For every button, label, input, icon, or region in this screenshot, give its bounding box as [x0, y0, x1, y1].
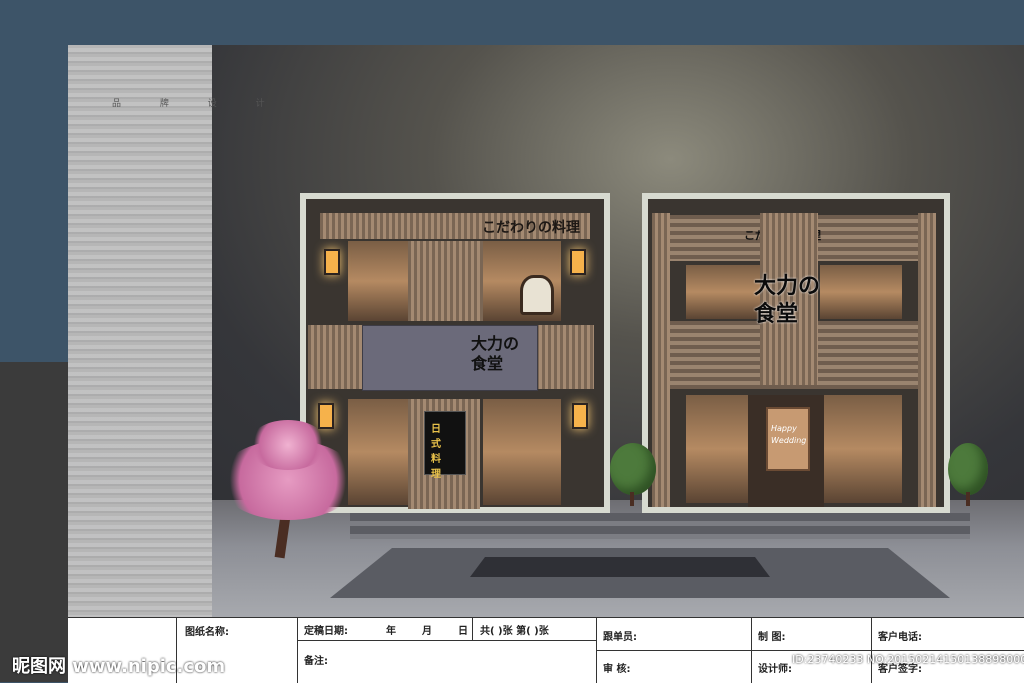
left-lower-dining-right — [483, 399, 561, 505]
watermark-site: 昵图网 www.nipic.com — [12, 656, 226, 677]
right-lower-dining-left — [686, 395, 748, 503]
month-label: 月 — [422, 626, 432, 637]
tb-divider — [597, 650, 752, 651]
lantern-icon — [572, 403, 588, 429]
pool-center — [470, 557, 770, 577]
shrub — [610, 443, 656, 495]
tb-cell-date: 定稿日期: 年 月 日 共( )张 第( )张 备注: — [298, 618, 597, 683]
brand-design-label: 品 牌 设 计 — [112, 99, 283, 109]
review-label: 审 核: — [603, 664, 631, 675]
date-label: 定稿日期: — [304, 626, 348, 637]
tb-divider — [872, 650, 1024, 651]
left-poster: 日式料理 — [424, 411, 466, 480]
left-banner-board: こだわりの料理 — [320, 213, 590, 239]
phone-label: 客户电话: — [878, 632, 922, 643]
left-main-sign-panel: 大力の食堂 — [362, 325, 538, 391]
lantern-icon — [570, 249, 586, 275]
lantern-icon — [324, 249, 340, 275]
left-poster-text: 日式料理 — [431, 424, 441, 480]
draw-label: 制 图: — [758, 632, 786, 643]
left-main-sign-text: 大力の食堂 — [471, 334, 520, 373]
drawing-name-label: 图纸名称: — [185, 627, 229, 638]
entrance-steps — [350, 513, 970, 539]
shrub-trunk — [966, 492, 970, 506]
stone-texture-strip — [68, 45, 212, 617]
right-lower-dining-right — [824, 395, 902, 503]
cherry-blossom-tree — [208, 420, 368, 560]
tb-cell-customer: 客户电话: 客户签字: — [872, 618, 1024, 683]
right-main-sign-text: 大力の食堂 — [754, 274, 821, 327]
designer-label: 设计师: — [758, 664, 792, 675]
right-scroll-text: Happy Wedding — [771, 424, 807, 445]
blossom-cluster — [248, 420, 328, 470]
fan-window-icon — [520, 275, 554, 315]
left-center-slats — [408, 241, 483, 321]
note-label: 备注: — [304, 656, 328, 667]
left-balcony-rail-left — [308, 325, 362, 389]
tb-divider — [298, 640, 597, 641]
right-upper-room-right — [820, 265, 902, 319]
tb-cell-draw: 制 图: 设计师: — [752, 618, 872, 683]
right-right-pillar — [918, 213, 936, 507]
tb-cell-follow: 跟单员: 审 核: — [597, 618, 752, 683]
year-label: 年 — [386, 626, 396, 637]
tb-divider — [752, 650, 872, 651]
watermark-id: ID:23740233 NO:20150214150138898000 — [792, 653, 1024, 666]
sheets-label: 共( )张 第( )张 — [480, 626, 549, 637]
follow-label: 跟单员: — [603, 632, 637, 643]
right-storefront: こだわりの料理 大力の食堂 Happy Wedding — [642, 193, 950, 513]
shrub — [948, 443, 988, 495]
left-banner-text: こだわりの料理 — [482, 220, 580, 236]
left-upper-room — [348, 241, 408, 321]
right-upper-room-left — [686, 265, 762, 319]
day-label: 日 — [458, 626, 468, 637]
tb-vdivider — [472, 618, 473, 640]
left-balcony-rail-right — [536, 325, 594, 389]
right-hanging-scroll: Happy Wedding — [766, 407, 810, 471]
shrub-trunk — [630, 492, 634, 506]
